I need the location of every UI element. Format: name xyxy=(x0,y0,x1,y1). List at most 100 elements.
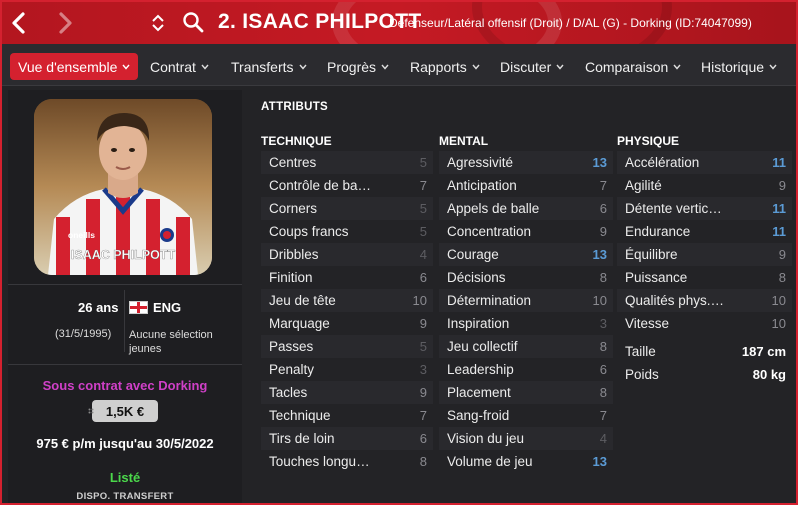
attribute-name: Vision du jeu xyxy=(447,431,525,446)
attribute-name: Jeu collectif xyxy=(447,339,518,354)
attribute-row[interactable]: Sang-froid 7 xyxy=(439,404,613,427)
attribute-value: 8 xyxy=(599,385,607,400)
date-of-birth: (31/5/1995) xyxy=(55,328,112,340)
attribute-row[interactable]: Marquage 9 xyxy=(261,312,433,335)
attribute-value: 5 xyxy=(419,201,427,216)
forward-button[interactable] xyxy=(50,8,80,38)
tab-transfers[interactable]: Transferts xyxy=(223,53,315,80)
attribute-row[interactable]: Inspiration 3 xyxy=(439,312,613,335)
attribute-row[interactable]: Technique 7 xyxy=(261,404,433,427)
attribute-value: 6 xyxy=(599,201,607,216)
attribute-row[interactable]: Courage 13 xyxy=(439,243,613,266)
back-button[interactable] xyxy=(4,8,34,38)
physique-attributes: Accélération 11 Agilité 9 Détente vertic… 11 E… xyxy=(617,151,792,335)
attribute-row[interactable]: Penalty 3 xyxy=(261,358,433,381)
attribute-value: 9 xyxy=(419,316,427,331)
attribute-value: 4 xyxy=(599,431,607,446)
attribute-value: 11 xyxy=(772,224,786,239)
attribute-name: Vitesse xyxy=(625,316,670,331)
attribute-name: Volume de jeu xyxy=(447,454,533,469)
attribute-row[interactable]: Anticipation 7 xyxy=(439,174,613,197)
attribute-row[interactable]: Volume de jeu 13 xyxy=(439,450,613,473)
attribute-row[interactable]: Endurance 11 xyxy=(617,220,792,243)
attribute-row[interactable]: Poids 80 kg xyxy=(617,363,792,386)
attribute-row[interactable]: Jeu collectif 8 xyxy=(439,335,613,358)
attribute-name: Taille xyxy=(625,344,656,359)
tab-contract[interactable]: Contrat xyxy=(142,53,217,80)
chevron-up-icon xyxy=(152,14,164,22)
attribute-name: Détermination xyxy=(447,293,532,308)
attribute-row[interactable]: Vitesse 10 xyxy=(617,312,792,335)
tab-history[interactable]: Historique xyxy=(693,53,785,80)
attribute-row[interactable]: Puissance 8 xyxy=(617,266,792,289)
attribute-name: Équilibre xyxy=(625,247,678,262)
attribute-name: Dribbles xyxy=(269,247,319,262)
tab-label: Vue d'ensemble xyxy=(18,58,118,75)
england-flag-icon xyxy=(129,301,148,314)
tab-progress[interactable]: Progrès xyxy=(319,53,397,80)
attribute-name: Centres xyxy=(269,155,317,170)
attribute-row[interactable]: Dribbles 4 xyxy=(261,243,433,266)
attribute-row[interactable]: Corners 5 xyxy=(261,197,433,220)
grip-dots-icon xyxy=(88,408,94,414)
tab-comparison[interactable]: Comparaison xyxy=(577,53,689,80)
attribute-row[interactable]: Tirs de loin 6 xyxy=(261,427,433,450)
attribute-name: Courage xyxy=(447,247,499,262)
tab-reports[interactable]: Rapports xyxy=(402,53,488,80)
attribute-value: 5 xyxy=(419,224,427,239)
attribute-row[interactable]: Concentration 9 xyxy=(439,220,613,243)
physical-measurements: Taille 187 cm Poids 80 kg xyxy=(617,340,792,386)
attribute-row[interactable]: Qualités phys.… 10 xyxy=(617,289,792,312)
attribute-row[interactable]: Agilité 9 xyxy=(617,174,792,197)
attribute-row[interactable]: Décisions 8 xyxy=(439,266,613,289)
transfer-status[interactable]: Listé xyxy=(8,470,242,485)
attribute-value: 80 kg xyxy=(752,367,786,382)
tab-overview[interactable]: Vue d'ensemble xyxy=(10,53,139,80)
tab-label: Contrat xyxy=(150,58,196,75)
player-value: 1,5K € xyxy=(105,403,145,419)
player-photo[interactable]: oneills ISAAC PHILPOTT xyxy=(34,99,212,275)
attribute-row[interactable]: Contrôle de ba… 7 xyxy=(261,174,433,197)
attribute-name: Coups francs xyxy=(269,224,349,239)
attribute-value: 6 xyxy=(599,362,607,377)
player-switcher[interactable] xyxy=(148,8,168,38)
attribute-name: Détente vertic… xyxy=(625,201,722,216)
wage-info: 975 € p/m jusqu'au 30/5/2022 xyxy=(36,436,214,451)
attribute-row[interactable]: Détermination 10 xyxy=(439,289,613,312)
attribute-row[interactable]: Coups francs 5 xyxy=(261,220,433,243)
search-button[interactable] xyxy=(182,11,204,33)
player-value-badge[interactable]: 1,5K € xyxy=(88,400,158,422)
attribute-row[interactable]: Finition 6 xyxy=(261,266,433,289)
mental-attributes: Agressivité 13 Anticipation 7 Appels de ball… xyxy=(439,151,613,473)
player-subtitle: Défenseur/Latéral offensif (Droit) / D/A… xyxy=(389,16,752,30)
attribute-name: Contrôle de ba… xyxy=(269,178,372,193)
attribute-row[interactable]: Taille 187 cm xyxy=(617,340,792,363)
attribute-row[interactable]: Tacles 9 xyxy=(261,381,433,404)
attribute-value: 8 xyxy=(419,454,427,469)
attribute-row[interactable]: Jeu de tête 10 xyxy=(261,289,433,312)
chevron-down-icon xyxy=(298,64,307,70)
attribute-row[interactable]: Passes 5 xyxy=(261,335,433,358)
contract-status[interactable]: Sous contrat avec Dorking xyxy=(8,378,242,393)
attribute-row[interactable]: Accélération 11 xyxy=(617,151,792,174)
attribute-name: Puissance xyxy=(625,270,688,285)
shirt-brand: oneills xyxy=(68,230,95,240)
attribute-name: Qualités phys.… xyxy=(625,293,725,308)
attribute-row[interactable]: Équilibre 9 xyxy=(617,243,792,266)
attribute-name: Sang-froid xyxy=(447,408,510,423)
attribute-row[interactable]: Appels de balle 6 xyxy=(439,197,613,220)
attribute-row[interactable]: Leadership 6 xyxy=(439,358,613,381)
attribute-row[interactable]: Touches longu… 8 xyxy=(261,450,433,473)
attribute-name: Anticipation xyxy=(447,178,517,193)
attribute-name: Corners xyxy=(269,201,318,216)
nationality[interactable]: ENG xyxy=(153,300,181,315)
attribute-row[interactable]: Placement 8 xyxy=(439,381,613,404)
attribute-row[interactable]: Centres 5 xyxy=(261,151,433,174)
attribute-value: 9 xyxy=(419,385,427,400)
attribute-value: 7 xyxy=(419,408,427,423)
attribute-row[interactable]: Détente vertic… 11 xyxy=(617,197,792,220)
attribute-row[interactable]: Agressivité 13 xyxy=(439,151,613,174)
attribute-value: 3 xyxy=(419,362,427,377)
tab-discuss[interactable]: Discuter xyxy=(492,53,572,80)
attribute-row[interactable]: Vision du jeu 4 xyxy=(439,427,613,450)
